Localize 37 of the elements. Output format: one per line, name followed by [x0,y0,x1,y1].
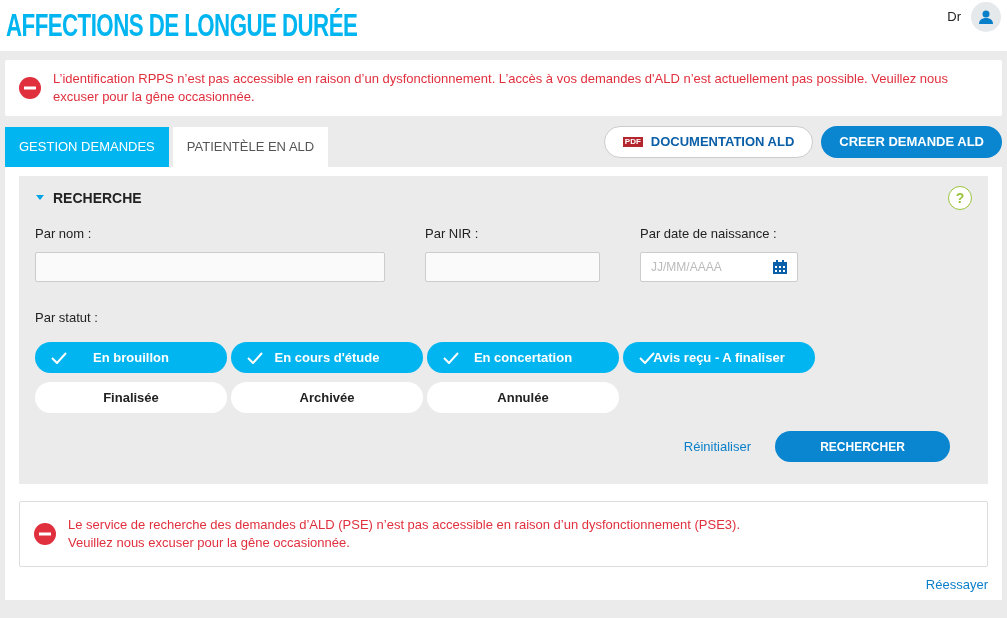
section-title[interactable]: RECHERCHE [53,187,142,209]
error-message: Veuillez nous excuser pour la gêne occasionnée. [68,534,351,552]
tab[interactable]: PATIENTÈLE EN ALD [172,127,329,167]
field-label: Par nom : [35,225,93,243]
status-toggle[interactable]: Annulée [427,382,619,413]
avatar-icon[interactable] [971,2,1001,32]
error-icon [34,523,56,545]
create-button[interactable]: CREER DEMANDE ALD [821,126,1002,158]
status-toggle[interactable]: En cours d'étude [231,342,423,373]
user-name: Dr [947,8,961,27]
reset-link[interactable]: Réinitialiser [683,436,751,457]
error-icon [19,77,41,99]
pdf-icon: PDF [622,137,643,147]
status-toggle[interactable]: Archivée [231,382,423,413]
status-toggle[interactable]: Avis reçu - A finaliser [623,342,815,373]
error-message: Le service de recherche des demandes d’ALD (PSE) n’est pas accessible en raison d’un dysfonctionnement (PSE3). [68,516,741,534]
check-icon [443,351,459,364]
field-label: Par statut : [35,308,99,327]
documentation-button[interactable]: PDF DOCUMENTATION ALD [603,126,814,158]
retry-link[interactable]: Réessayer [925,575,988,595]
field-label: Par NIR : [425,225,480,243]
field-label: Par date de naissance : [640,225,778,243]
status-toggle[interactable]: En concertation [427,342,619,373]
alert-message: L’identification RPPS n’est pas accessible en raison d’un dysfonctionnement. L’accès à vos demandes d'ALD n’est actuellement pas possible. Veuillez nous excuser pour la gêne occasionnée. [53,70,949,106]
help-button[interactable]: ? [948,186,972,210]
input-field[interactable] [425,251,600,282]
check-icon [51,351,67,364]
caret-icon[interactable] [35,195,45,201]
tab[interactable]: GESTION DEMANDES [5,127,169,167]
date-field[interactable]: JJ/MM/AAAA [640,251,798,282]
input-field[interactable] [35,251,385,282]
check-icon [639,351,655,364]
page-title: AFFECTIONS DE LONGUE DURÉE [6,7,358,45]
status-toggle[interactable]: En brouillon [35,342,227,373]
check-icon [247,351,263,364]
status-toggle[interactable]: Finalisée [35,382,227,413]
search-button[interactable]: RECHERCHER [775,431,950,462]
